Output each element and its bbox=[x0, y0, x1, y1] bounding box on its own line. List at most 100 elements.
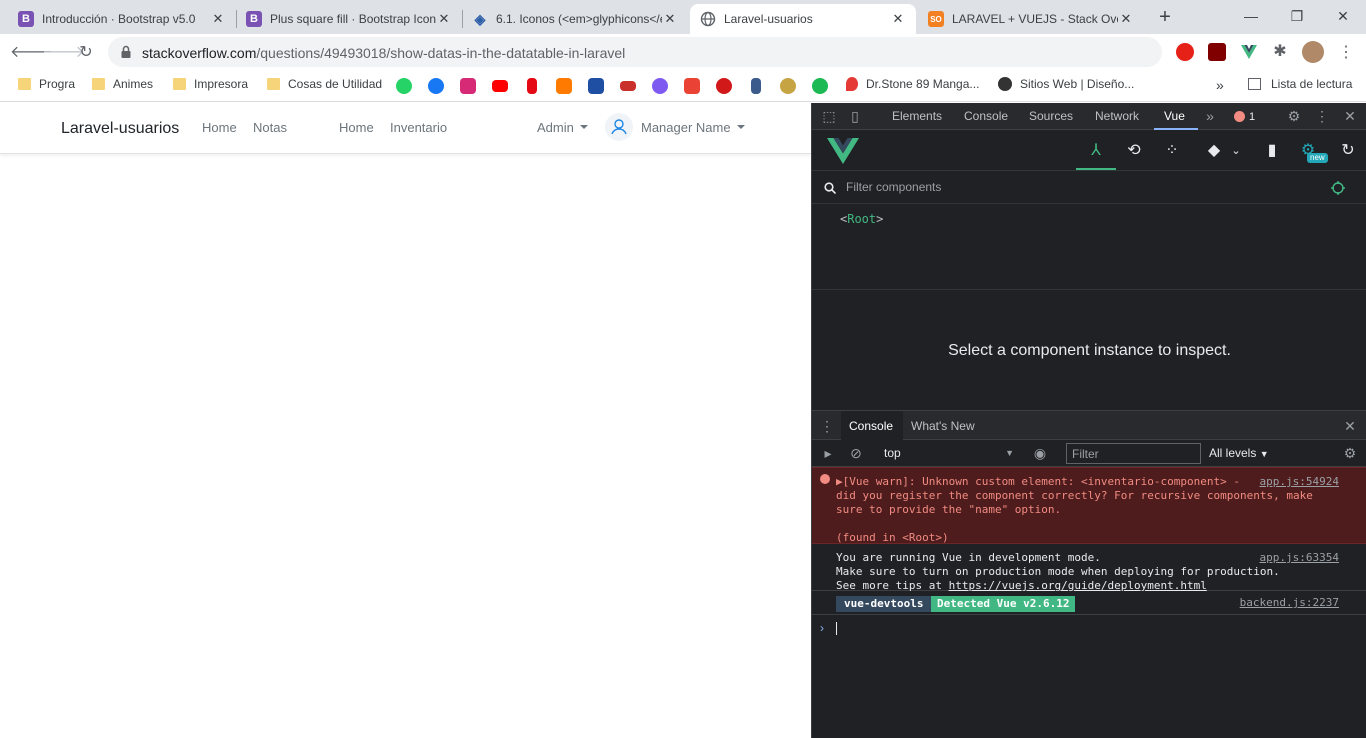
youtube-icon[interactable] bbox=[492, 80, 508, 92]
target-icon[interactable] bbox=[1331, 181, 1345, 195]
close-icon[interactable]: ✕ bbox=[890, 11, 906, 27]
instagram-icon[interactable] bbox=[460, 78, 476, 94]
filter-components-input[interactable]: Filter components bbox=[846, 180, 941, 194]
tab-console[interactable]: Console bbox=[964, 109, 1008, 123]
drawer-menu-icon[interactable]: ⋮ bbox=[819, 418, 835, 434]
sidebar-toggle-icon[interactable]: ▸ bbox=[820, 445, 836, 461]
address-bar[interactable]: stackoverflow.com/questions/49493018/sho… bbox=[108, 37, 1162, 67]
new-tab-button[interactable]: + bbox=[1153, 5, 1177, 29]
navbar-brand[interactable]: Laravel-usuarios bbox=[61, 120, 179, 138]
tab-vue[interactable]: Vue bbox=[1164, 109, 1185, 123]
more-tabs-icon[interactable]: » bbox=[1202, 108, 1218, 124]
bookmark-folder[interactable]: Impresora bbox=[173, 77, 248, 91]
folder-icon bbox=[18, 78, 31, 90]
bookmark-folder[interactable]: Cosas de Utilidad bbox=[267, 77, 382, 91]
routing-icon[interactable]: ◆ bbox=[1204, 141, 1224, 161]
extension-icon[interactable] bbox=[1176, 43, 1194, 61]
root-component-node[interactable]: <Root> bbox=[840, 212, 883, 226]
avatar[interactable] bbox=[1302, 41, 1324, 63]
components-tree-icon[interactable]: ⅄ bbox=[1086, 141, 1106, 161]
device-toolbar-icon[interactable]: ▯ bbox=[847, 108, 863, 124]
close-icon[interactable]: ✕ bbox=[1118, 11, 1134, 27]
browser-tab[interactable]: ◈ 6.1. Iconos (<em>glyphicons</em>) ✕ bbox=[462, 4, 688, 34]
close-drawer-icon[interactable]: ✕ bbox=[1342, 418, 1358, 434]
vuex-icon[interactable]: ⁘ bbox=[1162, 141, 1182, 161]
lock-icon[interactable] bbox=[118, 44, 134, 60]
bookmark-icon[interactable] bbox=[620, 81, 636, 91]
context-selector[interactable]: top ▼ bbox=[884, 446, 1014, 460]
ublock-icon[interactable] bbox=[1208, 43, 1226, 61]
user-dropdown[interactable]: Manager Name bbox=[641, 120, 745, 135]
more-bookmarks-button[interactable]: » bbox=[1216, 77, 1224, 93]
close-icon[interactable]: ✕ bbox=[436, 11, 452, 27]
console-input[interactable] bbox=[836, 622, 837, 635]
bookmark-folder[interactable]: Progra bbox=[18, 77, 75, 91]
browser-tab-active[interactable]: Laravel-usuarios ✕ bbox=[690, 4, 916, 34]
inspect-element-icon[interactable]: ⬚ bbox=[821, 108, 837, 124]
close-icon[interactable]: ✕ bbox=[210, 11, 226, 27]
reload-button[interactable]: ↻ bbox=[74, 41, 98, 65]
source-link[interactable]: backend.js:2237 bbox=[1240, 596, 1339, 610]
nav-link-home-2[interactable]: Home bbox=[339, 120, 374, 135]
menu-icon[interactable]: ⋮ bbox=[1334, 41, 1358, 65]
spotify-icon[interactable] bbox=[812, 78, 828, 94]
tab-elements[interactable]: Elements bbox=[892, 109, 942, 123]
flask-icon[interactable] bbox=[751, 78, 761, 94]
gmail-icon[interactable] bbox=[684, 78, 700, 94]
devtools-panel: ⬚ ▯ Elements Console Sources Network Vue… bbox=[811, 103, 1366, 738]
back-button[interactable]: 🡐 bbox=[10, 41, 53, 65]
browser-tab[interactable]: B Plus square fill · Bootstrap Icons ✕ bbox=[236, 4, 462, 34]
whatsapp-icon[interactable] bbox=[396, 78, 412, 94]
diamond-icon: ◈ bbox=[474, 10, 486, 27]
browser-tab[interactable]: SO LARAVEL + VUEJS - Stack Overflow ✕ bbox=[918, 4, 1144, 34]
close-devtools-icon[interactable]: ✕ bbox=[1342, 108, 1358, 124]
tab-strip: B Introducción · Bootstrap v5.0 ✕ B Plus… bbox=[0, 0, 1366, 34]
bookmark-icon[interactable] bbox=[652, 78, 668, 94]
nav-link-home[interactable]: Home bbox=[202, 120, 237, 135]
maximize-button[interactable]: ❐ bbox=[1274, 0, 1320, 34]
user-avatar[interactable] bbox=[605, 113, 633, 141]
browser-tab[interactable]: B Introducción · Bootstrap v5.0 ✕ bbox=[8, 4, 236, 34]
component-filter[interactable]: Filter components bbox=[812, 171, 1366, 204]
facebook-icon[interactable] bbox=[428, 78, 444, 94]
bookmark-icon[interactable] bbox=[588, 78, 604, 94]
settings-icon[interactable]: ⚙ bbox=[1286, 108, 1302, 124]
source-link[interactable]: app.js:63354 bbox=[1260, 551, 1339, 565]
error-text[interactable]: ▶[Vue warn]: Unknown custom element: <in… bbox=[836, 475, 1313, 545]
console-filter-field[interactable] bbox=[1067, 444, 1200, 463]
vue-devtools-extension-icon[interactable] bbox=[1240, 43, 1258, 61]
forward-button[interactable]: 🡒 bbox=[42, 41, 85, 65]
nav-link-inventario[interactable]: Inventario bbox=[390, 120, 447, 135]
puzzle-icon[interactable]: ✱ bbox=[1271, 43, 1289, 61]
reading-list-button[interactable]: Lista de lectura bbox=[1248, 77, 1352, 91]
refresh-icon[interactable]: ↻ bbox=[1338, 141, 1358, 161]
source-link[interactable]: app.js:54924 bbox=[1260, 475, 1339, 489]
log-levels-dropdown[interactable]: All levels ▼ bbox=[1209, 446, 1269, 460]
bookmark-icon[interactable] bbox=[716, 78, 732, 94]
timeline-icon[interactable]: ⟲ bbox=[1124, 141, 1144, 161]
bookmark-link[interactable]: Sitios Web | Diseño... bbox=[998, 77, 1134, 91]
more-options-icon[interactable]: ⋮ bbox=[1314, 108, 1330, 124]
bookmark-icon[interactable] bbox=[556, 78, 572, 94]
bookmark-folder[interactable]: Animes bbox=[92, 77, 153, 91]
drawer-tab-whats-new[interactable]: What's New bbox=[911, 419, 975, 433]
tab-sources[interactable]: Sources bbox=[1029, 109, 1073, 123]
tab-network[interactable]: Network bbox=[1095, 109, 1139, 123]
bookmark-link[interactable]: Dr.Stone 89 Manga... bbox=[846, 77, 979, 91]
clear-console-icon[interactable]: ⊘ bbox=[848, 445, 864, 461]
netflix-icon[interactable] bbox=[527, 78, 537, 94]
minimize-button[interactable]: — bbox=[1228, 0, 1274, 34]
close-window-button[interactable]: ✕ bbox=[1320, 0, 1366, 34]
admin-dropdown[interactable]: Admin bbox=[537, 120, 588, 135]
drawer-tab-console[interactable]: Console bbox=[849, 419, 893, 433]
error-count-badge[interactable]: 1 bbox=[1234, 109, 1255, 124]
close-icon[interactable]: ✕ bbox=[662, 11, 678, 27]
performance-icon[interactable]: ▮ bbox=[1262, 141, 1282, 161]
chevron-down-icon[interactable]: ⌄ bbox=[1226, 141, 1246, 161]
nav-link-notas[interactable]: Notas bbox=[253, 120, 287, 135]
console-settings-icon[interactable]: ⚙ bbox=[1342, 445, 1358, 461]
bookmark-icon[interactable] bbox=[780, 78, 796, 94]
console-filter-input[interactable] bbox=[1066, 443, 1201, 464]
eye-icon[interactable]: ◉ bbox=[1032, 445, 1048, 461]
vue-devtools-pill: vue-devtools bbox=[836, 596, 932, 612]
